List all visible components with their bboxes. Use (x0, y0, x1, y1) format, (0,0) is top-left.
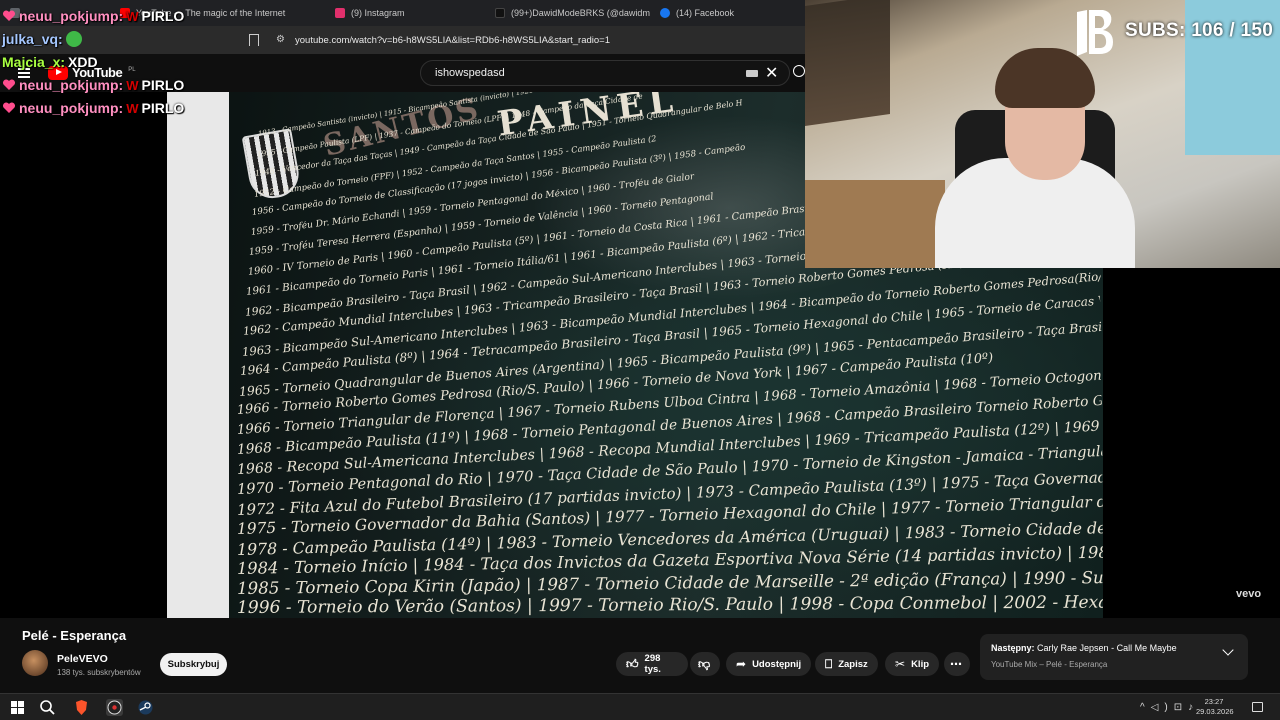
windows-start-icon[interactable] (9, 699, 26, 716)
like-button[interactable]: 👍︎ 298 tys. (616, 652, 688, 676)
chat-message: julka_vq: (2, 31, 85, 47)
search-box[interactable]: ishowspedasd ✕ (420, 60, 790, 86)
clip-label: Klip (911, 658, 930, 670)
scissors-icon: ✂ (895, 657, 906, 671)
instagram-favicon-icon (335, 8, 345, 18)
channel-name[interactable]: PeleVEVO (57, 653, 108, 665)
chat-username: neuu_pokjump: (19, 100, 124, 116)
share-button[interactable]: ➦ Udostępnij (726, 652, 812, 676)
steam-icon[interactable] (137, 699, 154, 716)
chat-username: neuu_pokjump: (19, 8, 124, 24)
address-bar: ⚙ youtube.com/watch?v=b6-h8WS5LIA&list=R… (0, 26, 805, 54)
taskbar-clock[interactable]: 23:27 29.03.2026 (1196, 697, 1234, 717)
chat-message: neuu_pokjump: W PIRLO (2, 8, 184, 24)
channel-avatar[interactable] (22, 650, 48, 676)
tab-label: (9) Instagram (351, 8, 405, 18)
like-count: 298 tys. (644, 653, 661, 675)
search-icon[interactable] (793, 65, 805, 77)
tiktok-favicon-icon (495, 8, 505, 18)
up-next-panel[interactable]: Następny: Carly Rae Jepsen - Call Me May… (980, 634, 1248, 680)
chat-username: Majcia_x: (2, 54, 66, 70)
bookmark-icon[interactable] (249, 34, 259, 46)
subs-goal-counter: SUBS: 106 / 150 (1125, 20, 1274, 41)
subscriber-count: 138 tys. subskrybentów (57, 668, 141, 677)
brave-browser-icon[interactable] (73, 699, 90, 716)
thumbs-up-icon: 👍︎ (626, 656, 639, 671)
chat-text: PIRLO (141, 8, 185, 24)
clock-date: 29.03.2026 (1196, 707, 1234, 716)
obs-icon[interactable] (106, 699, 123, 716)
chat-username: julka_vq: (2, 31, 63, 47)
share-label: Udostępnij (752, 658, 802, 670)
up-next-label: Następny: Carly Rae Jepsen - Call Me May… (991, 643, 1177, 653)
dislike-button[interactable]: 👎︎ (690, 652, 720, 676)
tab-label: (99+)DawidModeBRKS (@dawidmo (511, 8, 650, 18)
site-settings-icon[interactable]: ⚙ (276, 34, 285, 45)
browser-tab[interactable]: (99+)DawidModeBRKS (@dawidmo (485, 0, 650, 26)
clock-time: 23:27 (1204, 697, 1224, 706)
chat-text: XDD (68, 54, 98, 70)
windows-taskbar: ^◁)⊡♪ 23:27 29.03.2026 (0, 693, 1280, 720)
bookmark-save-icon: ⎕ (825, 656, 833, 671)
clip-button[interactable]: ✂ Klip (885, 652, 940, 676)
thumbs-down-icon: 👎︎ (698, 656, 711, 671)
w-emote-icon: W (126, 8, 139, 24)
notification-icon[interactable] (1252, 702, 1263, 712)
share-icon: ➦ (736, 657, 747, 671)
chat-text: PIRLO (141, 100, 185, 116)
up-next-prefix: Następny: (991, 643, 1035, 653)
clear-search-icon[interactable]: ✕ (765, 63, 778, 83)
green-emote-icon (65, 31, 82, 47)
browser-tab[interactable]: (9) Instagram (325, 0, 485, 26)
chat-message: neuu_pokjump: W PIRLO (2, 77, 184, 93)
search-icon[interactable] (39, 699, 56, 716)
up-next-title: Carly Rae Jepsen - Call Me Maybe (1037, 643, 1177, 653)
search-input[interactable]: ishowspedasd (435, 67, 505, 79)
channel-logo-icon (1077, 10, 1113, 56)
heart-badge-icon (2, 78, 16, 92)
roof-window (805, 0, 890, 126)
tab-label: (14) Facebook (676, 8, 735, 18)
system-tray-icons[interactable]: ^◁)⊡♪ (1140, 702, 1199, 713)
chat-message: neuu_pokjump: W PIRLO (2, 100, 184, 116)
plaque-line: 1996 - Torneio do Verão (Santos) | 1997 … (236, 592, 1103, 618)
subscribe-button[interactable]: Subskrybuj (160, 653, 227, 676)
chat-message: Majcia_x: XDD (2, 54, 98, 70)
chevron-down-icon[interactable] (1222, 644, 1234, 656)
up-next-playlist: YouTube Mix – Pelé - Esperança (991, 660, 1108, 669)
heart-badge-icon (2, 9, 16, 23)
more-actions-button[interactable]: ⋯ (944, 652, 970, 676)
save-button[interactable]: ⎕ Zapisz (815, 652, 878, 676)
video-pillarbox-edge (167, 92, 229, 618)
browser-tab[interactable]: (14) Facebook (650, 0, 800, 26)
save-label: Zapisz (838, 658, 868, 670)
shelf (805, 180, 945, 268)
heart-badge-icon (2, 101, 16, 115)
w-emote-icon: W (126, 77, 139, 93)
more-icon: ⋯ (950, 657, 962, 671)
url-field[interactable]: youtube.com/watch?v=b6-h8WS5LIA&list=RDb… (295, 35, 610, 46)
w-emote-icon: W (126, 100, 139, 116)
keyboard-icon[interactable] (746, 70, 758, 77)
vevo-watermark: vevo (1236, 588, 1262, 600)
video-title: Pelé - Esperança (22, 628, 127, 643)
video-info: Pelé - Esperança PeleVEVO 138 tys. subsk… (0, 618, 1280, 688)
logo-region: PL (128, 66, 136, 73)
chat-username: neuu_pokjump: (19, 77, 124, 93)
facebook-favicon-icon (660, 8, 670, 18)
chat-text: PIRLO (141, 77, 185, 93)
